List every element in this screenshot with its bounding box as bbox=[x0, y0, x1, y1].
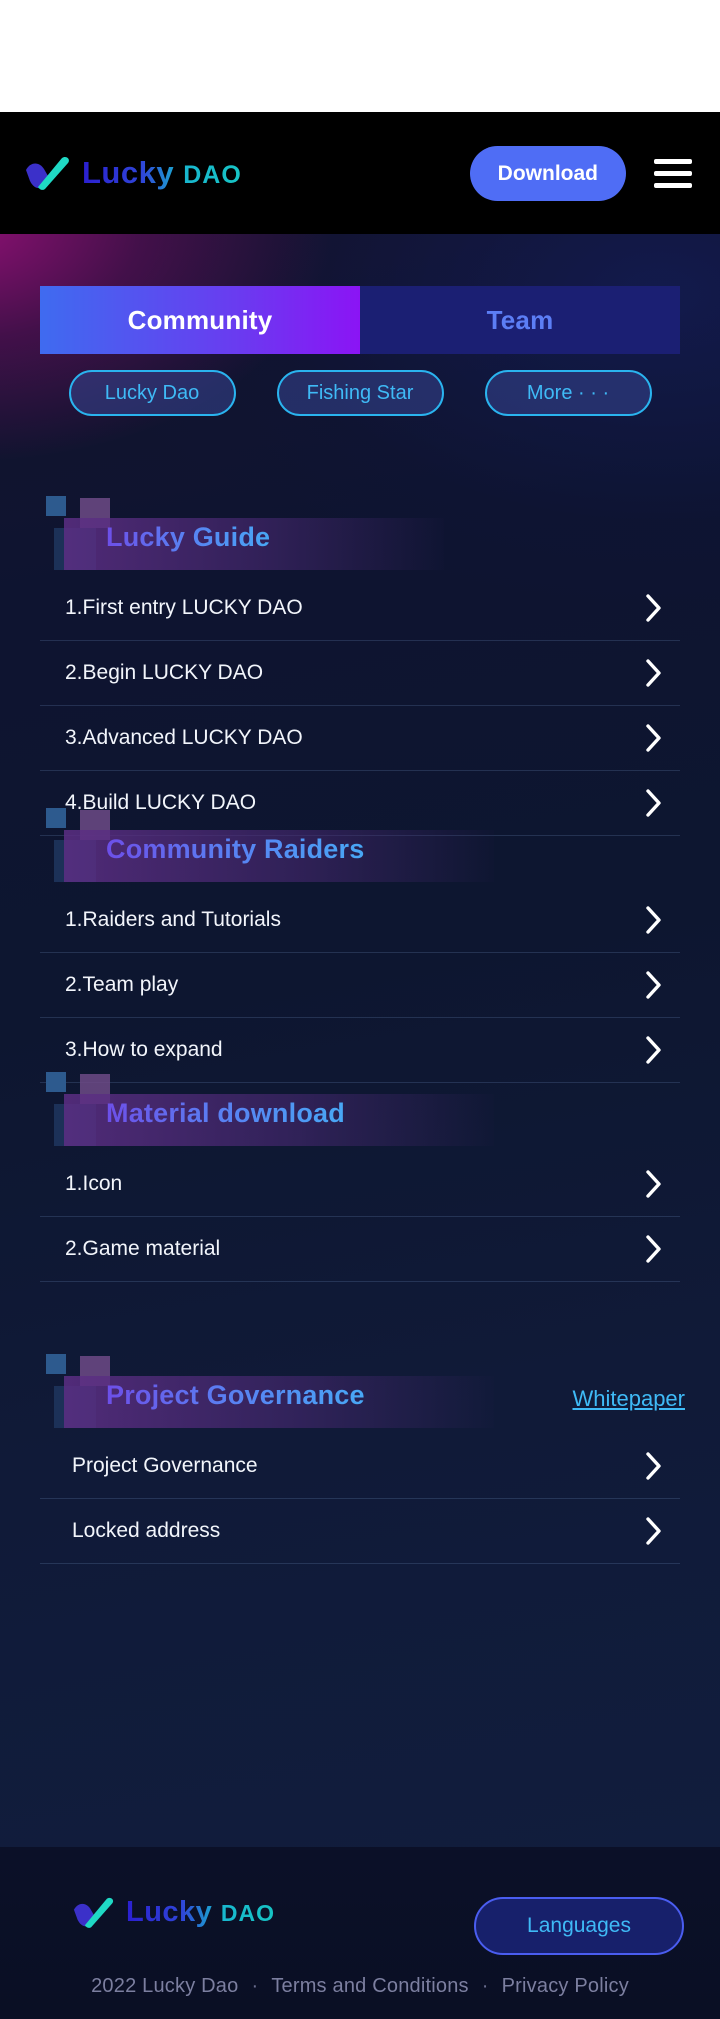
filter-pill-more[interactable]: More · · · bbox=[484, 370, 652, 416]
section-header: Material download bbox=[40, 1072, 720, 1146]
chevron-right-icon bbox=[646, 1452, 661, 1480]
footer-top-row: Lucky DAO Languages bbox=[0, 1873, 720, 1955]
section-title: Lucky Guide bbox=[106, 522, 271, 552]
chevron-right-icon bbox=[646, 1036, 661, 1064]
top-white-strip bbox=[0, 0, 720, 112]
list-item-label: 1.First entry LUCKY DAO bbox=[65, 596, 303, 619]
copyright-text: 2022 Lucky Dao bbox=[91, 1975, 239, 1997]
decor-square-small-blue bbox=[46, 1354, 66, 1374]
section-3: Material download 1.Icon 2.Game material bbox=[0, 1072, 720, 1282]
filter-pill-bar: Lucky Dao Fishing Star More · · · bbox=[0, 370, 720, 416]
list-item[interactable]: 2.Begin LUCKY DAO bbox=[40, 641, 680, 706]
terms-link[interactable]: Terms and Conditions bbox=[271, 1975, 468, 1997]
list-item-label: 2.Game material bbox=[65, 1237, 221, 1260]
list-item-label: 2.Team play bbox=[65, 973, 179, 996]
checkmark-logo-icon bbox=[26, 156, 69, 190]
site-footer: Lucky DAO Languages 2022 Lucky Dao · Terms… bbox=[0, 1847, 720, 2019]
chevron-right-icon bbox=[646, 724, 661, 752]
section-title: Project Governance bbox=[106, 1380, 365, 1410]
section-1: Lucky Guide 1.First entry LUCKY DAO 2.Begi… bbox=[0, 496, 720, 836]
section-list: 1.First entry LUCKY DAO 2.Begin LUCKY DAO… bbox=[40, 576, 680, 836]
decor-square-small-blue bbox=[46, 496, 66, 516]
section-title: Community Raiders bbox=[106, 834, 365, 864]
tab-team[interactable]: Team bbox=[360, 286, 680, 354]
whitepaper-link[interactable]: Whitepaper bbox=[572, 1386, 685, 1412]
list-item[interactable]: 3.Advanced LUCKY DAO bbox=[40, 706, 680, 771]
list-item[interactable]: 1.First entry LUCKY DAO bbox=[40, 576, 680, 641]
chevron-right-icon bbox=[646, 594, 661, 622]
list-item-label: 1.Raiders and Tutorials bbox=[65, 908, 281, 931]
brand-logo-text: Lucky DAO bbox=[82, 155, 242, 190]
footer-separator: · bbox=[481, 1975, 489, 1997]
chevron-right-icon bbox=[646, 906, 661, 934]
list-item[interactable]: 1.Raiders and Tutorials bbox=[40, 888, 680, 953]
main-content: Community Team Lucky Dao Fishing Star Mo… bbox=[0, 234, 720, 1847]
chevron-right-icon bbox=[646, 1517, 661, 1545]
section-list: Project Governance Locked address bbox=[40, 1434, 680, 1564]
site-header: Lucky DAO Download bbox=[0, 112, 720, 234]
chevron-right-icon bbox=[646, 1235, 661, 1263]
decor-square-small-blue bbox=[46, 808, 66, 828]
list-item[interactable]: 1.Icon bbox=[40, 1152, 680, 1217]
list-item-label: 1.Icon bbox=[65, 1172, 123, 1195]
download-button[interactable]: Download bbox=[469, 145, 626, 201]
section-header: Lucky Guide bbox=[40, 496, 720, 570]
decor-square-small-blue bbox=[46, 1072, 66, 1092]
page-root: Lucky DAO Download Community Team Lucky … bbox=[0, 0, 720, 2019]
list-item-label: 2.Begin LUCKY DAO bbox=[65, 661, 264, 684]
section-list: 1.Icon 2.Game material bbox=[40, 1152, 680, 1282]
footer-separator: · bbox=[251, 1975, 259, 1997]
list-item[interactable]: Locked address bbox=[40, 1499, 680, 1564]
section-4: Project Governance Whitepaper Project Gove… bbox=[0, 1354, 720, 1564]
hamburger-bar bbox=[654, 182, 692, 188]
hamburger-bar bbox=[654, 158, 692, 164]
list-item[interactable]: Project Governance bbox=[40, 1434, 680, 1499]
filter-pill-lucky-dao[interactable]: Lucky Dao bbox=[68, 370, 236, 416]
footer-links: 2022 Lucky Dao · Terms and Conditions · Priv… bbox=[0, 1975, 720, 1998]
brand-logo[interactable]: Lucky DAO bbox=[24, 155, 242, 191]
tab-bar: Community Team bbox=[40, 286, 680, 354]
list-item-label: 3.Advanced LUCKY DAO bbox=[65, 726, 303, 749]
hamburger-menu-icon[interactable] bbox=[654, 155, 694, 191]
section-header: Project Governance Whitepaper bbox=[40, 1354, 720, 1428]
list-item-label: 3.How to expand bbox=[65, 1038, 223, 1061]
chevron-right-icon bbox=[646, 971, 661, 999]
chevron-right-icon bbox=[646, 1170, 661, 1198]
list-item[interactable]: 2.Team play bbox=[40, 953, 680, 1018]
list-item-label: Project Governance bbox=[72, 1454, 258, 1477]
section-header: Community Raiders bbox=[40, 808, 720, 882]
privacy-link[interactable]: Privacy Policy bbox=[502, 1975, 629, 1997]
section-title: Material download bbox=[106, 1098, 345, 1128]
section-list: 1.Raiders and Tutorials 2.Team play 3.How … bbox=[40, 888, 680, 1083]
section-2: Community Raiders 1.Raiders and Tutorials… bbox=[0, 808, 720, 1083]
footer-brand-logo-text: Lucky DAO bbox=[126, 1895, 276, 1928]
chevron-right-icon bbox=[646, 659, 661, 687]
list-item-label: Locked address bbox=[72, 1519, 221, 1542]
list-item[interactable]: 2.Game material bbox=[40, 1217, 680, 1282]
checkmark-logo-icon bbox=[73, 1897, 114, 1928]
filter-pill-fishing-star[interactable]: Fishing Star bbox=[276, 370, 444, 416]
languages-button[interactable]: Languages bbox=[474, 1897, 684, 1955]
hamburger-bar bbox=[654, 170, 692, 176]
footer-brand-logo[interactable]: Lucky DAO bbox=[72, 1896, 275, 1929]
tab-community[interactable]: Community bbox=[40, 286, 360, 354]
